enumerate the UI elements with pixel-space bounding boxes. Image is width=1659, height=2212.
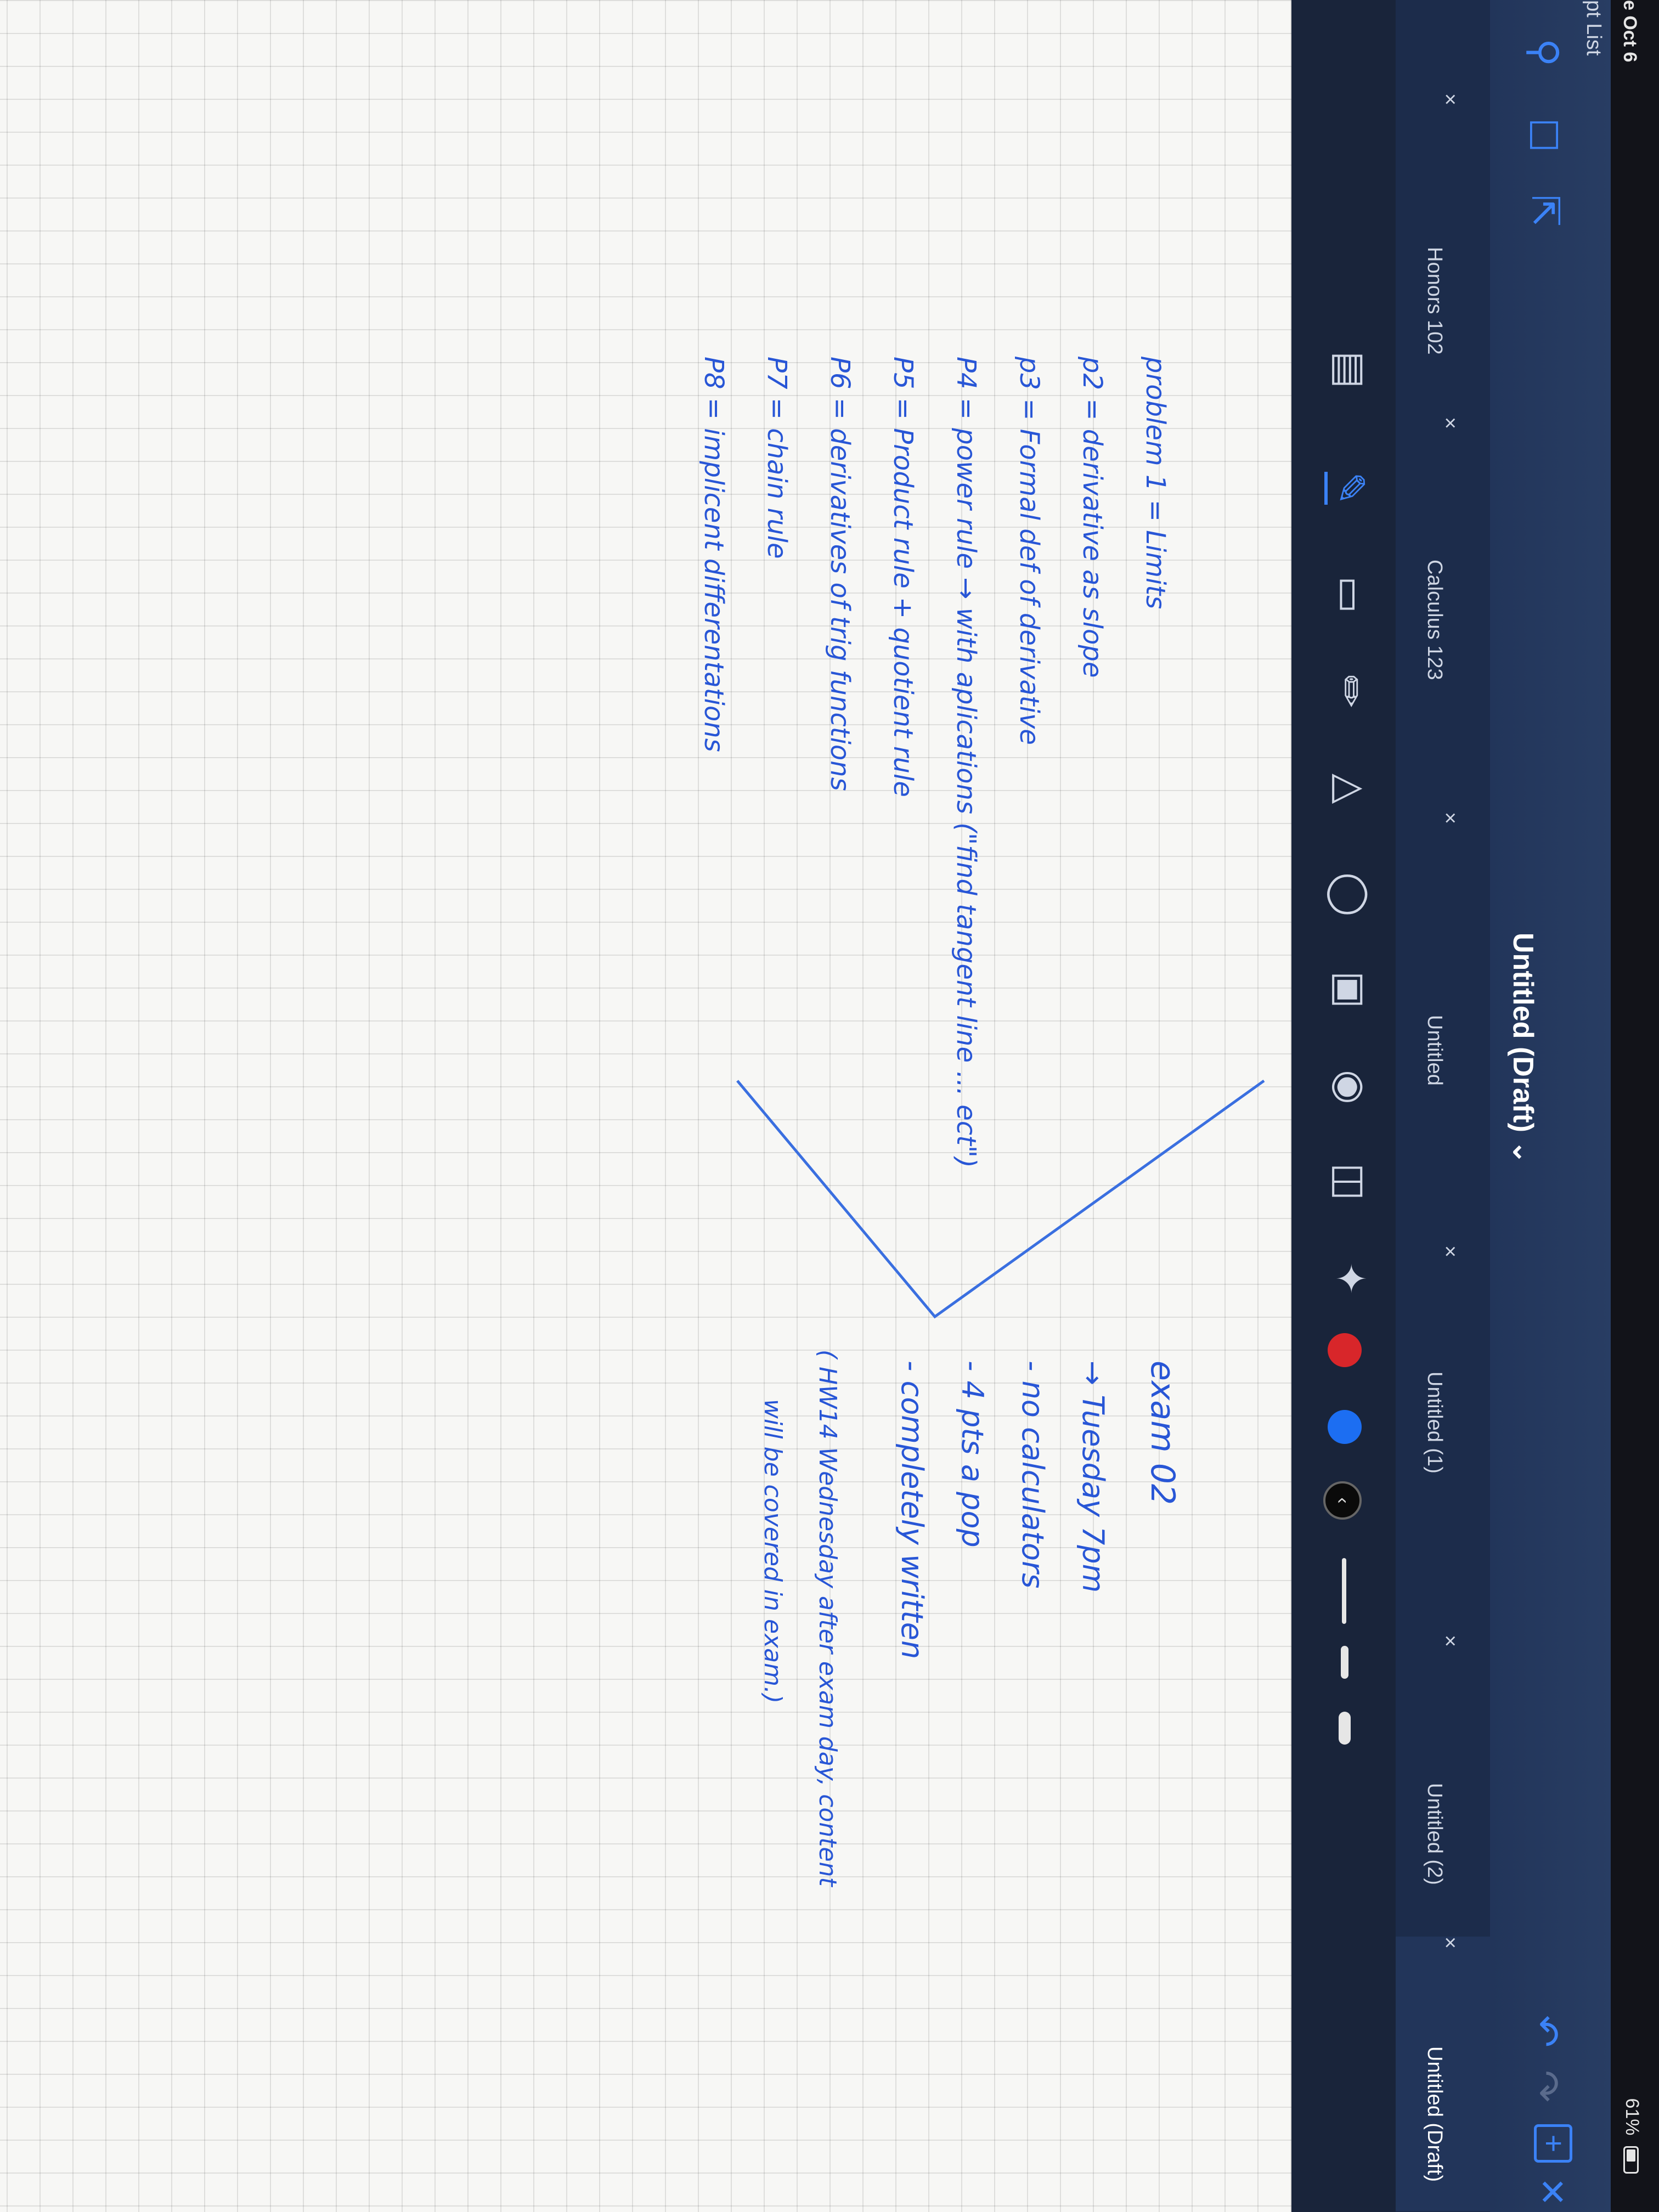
note-page[interactable]: problem 1 = Limits p2 = derivative as sl… [0, 0, 1291, 2212]
exam-line: - 4 pts a pop [955, 1361, 990, 1548]
hw-line: will be covered in exam.) [759, 1399, 787, 1704]
tab-label: Honors 102 [1423, 247, 1446, 355]
tab-bar: × Honors 102 × Calculus 123 × Untitled ×… [1396, 0, 1490, 2212]
tab-close-icon[interactable]: × [1438, 93, 1462, 105]
color-swatch-blue[interactable] [1328, 1410, 1362, 1444]
redo-icon[interactable]: ↷ [1523, 2070, 1568, 2102]
undo-icon[interactable]: ↶ [1523, 2015, 1568, 2047]
tab-honors-102[interactable]: × Honors 102 [1396, 16, 1490, 411]
tab-label: Untitled (2) [1423, 1783, 1446, 1885]
exam-line: - no calculators [1015, 1361, 1050, 1589]
status-date: e Oct 6 [1620, 0, 1640, 63]
tab-untitled-2[interactable]: × Untitled (2) [1396, 1635, 1490, 1931]
lasso-icon[interactable]: ◯ [1328, 872, 1374, 917]
document-title[interactable]: Untitled (Draft) ⌄ [1506, 933, 1539, 1164]
battery-indicator: 61% [1621, 2098, 1643, 2174]
tab-close-icon[interactable]: × [1438, 1937, 1462, 1949]
export-icon[interactable]: ⇱ [1523, 195, 1568, 227]
exam-line: - completely written [895, 1361, 929, 1660]
close-icon[interactable]: ✕ [1531, 2177, 1572, 2207]
tab-label: Untitled [1423, 1015, 1446, 1086]
chevron-down-icon: ⌄ [1507, 1140, 1539, 1164]
note-line: P6 = derivatives of trig functions [825, 357, 855, 791]
tab-label: Untitled (Draft) [1423, 2046, 1446, 2182]
stroke-medium[interactable] [1341, 1646, 1348, 1679]
color-palette-chevron-icon[interactable]: ‹ [1323, 1481, 1362, 1520]
hw-line: ( HW14 Wednesday after exam day, content [814, 1350, 842, 1887]
camera-icon[interactable]: ◉ [1328, 1070, 1374, 1104]
tab-label: Calculus 123 [1423, 560, 1446, 680]
eraser-icon[interactable]: ▭ [1328, 576, 1374, 613]
tab-untitled[interactable]: × Untitled [1396, 812, 1490, 1207]
bookmark-icon[interactable]: ☐ [1521, 118, 1566, 153]
stroke-thin[interactable] [1342, 1558, 1346, 1624]
add-page-icon[interactable]: + [1534, 2124, 1572, 2163]
tab-untitled-draft[interactable]: × Untitled (Draft) [1396, 1937, 1490, 2211]
image-icon[interactable]: ▣ [1328, 971, 1374, 1008]
status-bar: e Oct 6 61% [1611, 0, 1659, 2212]
note-line: P8 = implicent differentations [698, 357, 729, 752]
tab-close-icon[interactable]: × [1438, 812, 1462, 824]
document-title-text: Untitled (Draft) [1507, 933, 1539, 1132]
tab-untitled-1[interactable]: × Untitled (1) [1396, 1245, 1490, 1640]
note-line: problem 1 = Limits [1140, 357, 1171, 610]
battery-icon [1623, 2146, 1639, 2174]
note-line: P7 = chain rule [761, 357, 792, 559]
tab-label: Untitled (1) [1423, 1372, 1446, 1474]
tab-calculus-123[interactable]: × Calculus 123 [1396, 417, 1490, 812]
tool-bar: ▤ ✎ ▭ ✏ △ ◯ ▣ ◉ ◫ ✦ ‹ [1291, 0, 1396, 2212]
laser-pointer-icon[interactable]: ✦ [1328, 1262, 1374, 1295]
read-only-icon[interactable]: ▤ [1328, 351, 1374, 388]
note-line: P4 = power rule → with aplications ("fin… [951, 357, 981, 1168]
exam-line: → Tuesday 7pm [1076, 1361, 1110, 1593]
sidebar-partial-label[interactable]: pt List [1582, 0, 1605, 55]
pen-icon[interactable]: ✎ [1324, 472, 1374, 505]
search-icon[interactable]: ⚲ [1522, 38, 1567, 66]
exam-title: exam 02 [1143, 1361, 1182, 1505]
tab-close-icon[interactable]: × [1438, 417, 1462, 429]
note-line: p2 = derivative as slope [1077, 357, 1108, 678]
text-icon[interactable]: ◫ [1328, 1163, 1374, 1200]
big-chevron-mark [736, 1079, 1265, 1319]
notes-app: e Oct 6 61% pt List ⚲ ☐ ⇱ Untitled (Draf… [0, 0, 1659, 2212]
color-swatch-red[interactable] [1328, 1333, 1362, 1367]
shapes-icon[interactable]: △ [1328, 774, 1374, 804]
battery-percent: 61% [1622, 2098, 1643, 2136]
screen: e Oct 6 61% pt List ⚲ ☐ ⇱ Untitled (Draf… [0, 0, 1659, 2212]
highlighter-icon[interactable]: ✏ [1328, 675, 1374, 708]
tab-close-icon[interactable]: × [1438, 1245, 1462, 1257]
tab-close-icon[interactable]: × [1438, 1635, 1462, 1647]
chevron-stroke [736, 1079, 1265, 1319]
stroke-thick[interactable] [1339, 1712, 1351, 1745]
top-navbar: pt List ⚲ ☐ ⇱ Untitled (Draft) ⌄ ↶ ↷ + ✕ [1490, 0, 1611, 2212]
note-line: P5 = Product rule + quotient rule [888, 357, 918, 797]
note-line: p3 = Formal def of derivative [1014, 357, 1045, 745]
